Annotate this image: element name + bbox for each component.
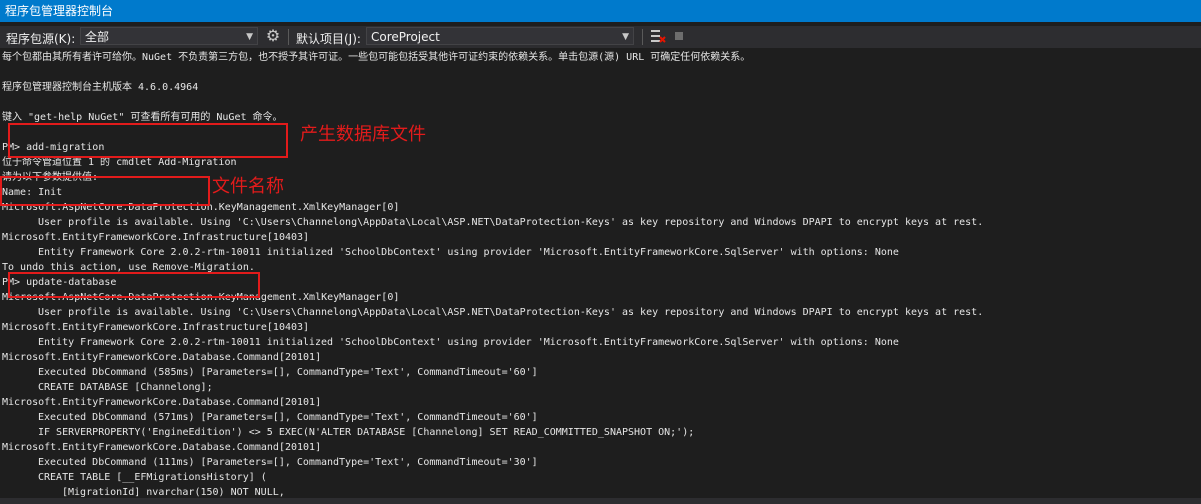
package-source-label: 程序包源(K): [6,32,76,46]
chevron-down-icon: ▼ [622,32,629,42]
stop-icon[interactable] [675,32,683,40]
console-toolbar: 程序包源(K): 全部 ▼ ⚙ 默认项目(J): CoreProject ▼ [0,26,1201,48]
console-line: User profile is available. Using 'C:\Use… [38,307,984,318]
toolbar-separator [288,29,289,45]
console-line: Microsoft.EntityFrameworkCore.Database.C… [2,397,322,408]
gear-icon[interactable]: ⚙ [264,27,282,45]
console-line: Microsoft.EntityFrameworkCore.Infrastruc… [2,232,310,243]
annotation-box-add-migration [8,123,288,158]
console-line: Microsoft.EntityFrameworkCore.Database.C… [2,442,322,453]
console-line: 位于命令管道位置 1 的 cmdlet Add-Migration [2,157,237,168]
annotation-box-update-database [8,272,260,298]
console-line: Executed DbCommand (571ms) [Parameters=[… [38,412,538,423]
default-project-label: 默认项目(J): [296,32,361,46]
window-title: 程序包管理器控制台 [5,4,114,18]
console-line: Microsoft.EntityFrameworkCore.Database.C… [2,352,322,363]
console-line: CREATE DATABASE [Channelong]; [38,382,213,393]
window-title-bar: 程序包管理器控制台 [0,0,1201,22]
console-line: Executed DbCommand (111ms) [Parameters=[… [38,457,538,468]
console-line: Entity Framework Core 2.0.2-rtm-10011 in… [38,337,899,348]
package-source-dropdown[interactable]: 全部 ▼ [80,27,258,45]
console-line: Microsoft.EntityFrameworkCore.Infrastruc… [2,322,310,333]
console-line: IF SERVERPROPERTY('EngineEdition') <> 5 … [38,427,695,438]
default-project-value: CoreProject [371,30,440,44]
toolbar-separator [642,29,643,45]
console-line: 每个包都由其所有者许可给你。NuGet 不负责第三方包，也不授予其许可证。一些包… [2,52,751,63]
status-bar [0,498,1201,504]
console-line: Executed DbCommand (585ms) [Parameters=[… [38,367,538,378]
annotation-box-name-input [0,176,210,206]
console-line: Entity Framework Core 2.0.2-rtm-10011 in… [38,247,899,258]
console-line: 程序包管理器控制台主机版本 4.6.0.4964 [2,82,199,93]
clear-console-icon[interactable] [650,28,666,44]
console-line: CREATE TABLE [__EFMigrationsHistory] ( [38,472,267,483]
console-line: User profile is available. Using 'C:\Use… [38,217,984,228]
package-source-value: 全部 [85,30,110,44]
annotation-label-generate-db: 产生数据库文件 [300,124,426,145]
chevron-down-icon: ▼ [246,32,253,42]
default-project-dropdown[interactable]: CoreProject ▼ [366,27,634,45]
annotation-label-file-name: 文件名称 [212,176,284,197]
